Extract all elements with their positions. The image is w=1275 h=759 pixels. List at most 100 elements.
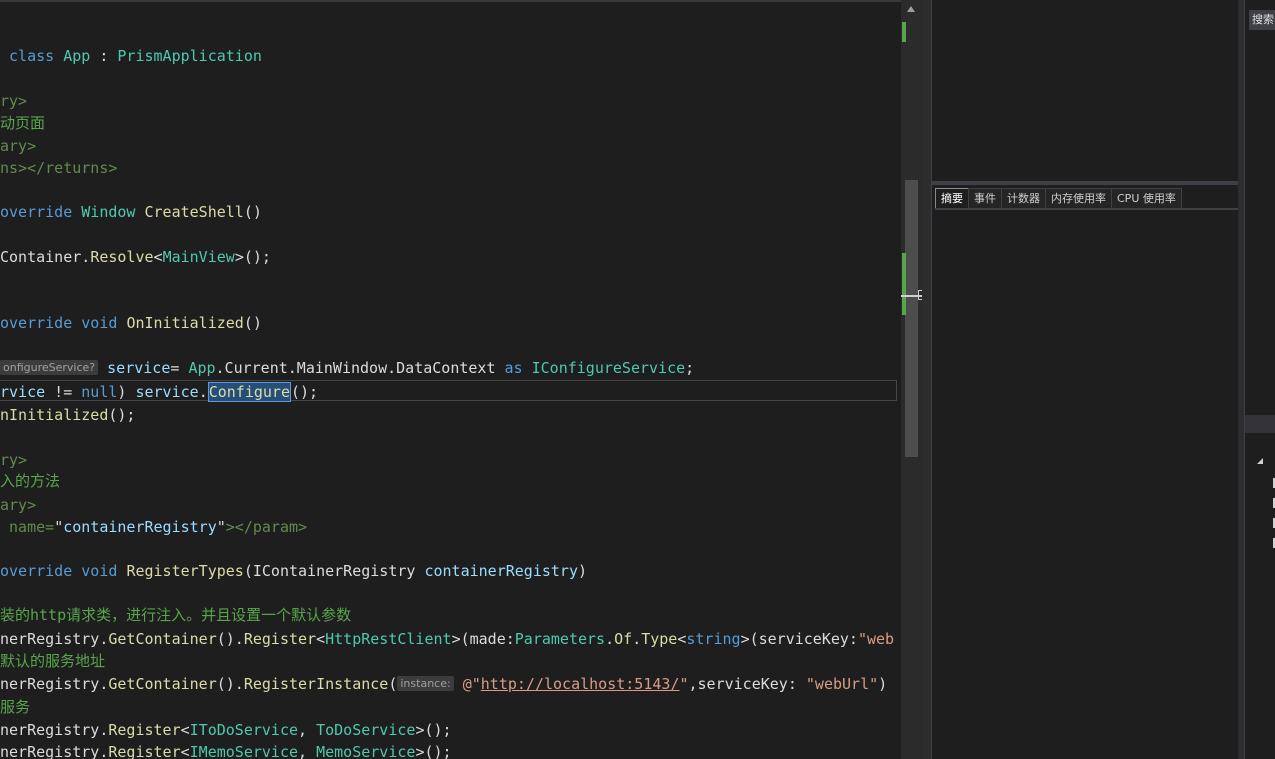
code-token: MemoService — [316, 743, 416, 759]
panel-header-band — [1245, 415, 1275, 433]
right-side-panel: 搜索 — [1244, 0, 1275, 759]
change-marker — [902, 253, 906, 315]
code-token: void — [81, 562, 118, 580]
code-token: Parameters — [514, 630, 606, 648]
panel-separator[interactable] — [932, 181, 1239, 185]
tab-counters[interactable]: 计数器 — [1001, 188, 1046, 208]
code-line[interactable]: override Window CreateShell() — [0, 201, 262, 223]
code-token: . — [632, 630, 642, 648]
tab-events[interactable]: 事件 — [968, 188, 1002, 208]
code-token: (); — [291, 383, 319, 401]
code-line[interactable]: nerRegistry.GetContainer().RegisterInsta… — [0, 673, 887, 695]
tab-cpu-usage[interactable]: CPU 使用率 — [1111, 188, 1182, 208]
code-token: ry> — [0, 92, 28, 110]
code-token: as — [504, 359, 523, 377]
code-token: Register — [108, 721, 181, 739]
code-token: ,serviceKey: — [688, 675, 806, 693]
expand-collapse-icon[interactable] — [1257, 458, 1263, 464]
code-token: CreateShell — [144, 203, 244, 221]
code-token: service — [98, 359, 171, 377]
code-token: ToDoService — [316, 721, 416, 739]
code-token: 动页面 — [0, 114, 46, 132]
code-token: " — [679, 675, 689, 693]
code-line[interactable]: override void RegisterTypes(IContainerRe… — [0, 560, 587, 582]
inlay-hint: instance: — [397, 676, 454, 691]
code-token: override — [0, 314, 82, 332]
code-token: " — [54, 518, 64, 536]
code-token: >(); — [415, 721, 452, 739]
code-token: >(serviceKey: — [740, 630, 858, 648]
code-line[interactable]: ary> — [0, 135, 36, 157]
code-line[interactable]: ary> — [0, 494, 36, 516]
code-token: >(); — [415, 743, 452, 759]
code-line[interactable]: name="containerRegistry"></param> — [0, 516, 307, 538]
code-token: : — [90, 47, 118, 65]
code-token: ns></returns> — [0, 159, 118, 177]
editor-vertical-scrollbar[interactable] — [901, 0, 923, 759]
code-token: RegisterInstance — [243, 675, 389, 693]
url-link[interactable]: http://localhost:5143/ — [481, 675, 680, 693]
code-line[interactable]: 动页面 — [0, 112, 45, 134]
code-token: IConfigureService — [531, 359, 686, 377]
code-token: service — [135, 383, 199, 401]
code-line[interactable]: rvice != null) service.Configure(); — [0, 381, 318, 403]
code-editor[interactable]: class App : PrismApplication ry> 动页面 ary> ns… — [0, 0, 901, 759]
code-line[interactable]: ry> — [0, 90, 27, 112]
tab-summary[interactable]: 摘要 — [935, 188, 969, 208]
code-line[interactable]: override void OnInitialized() — [0, 312, 262, 334]
code-line[interactable]: nerRegistry.Register<IToDoService, ToDoS… — [0, 719, 452, 741]
tab-memory-usage[interactable]: 内存使用率 — [1045, 188, 1112, 208]
code-token: ( — [388, 675, 398, 693]
code-token: < — [180, 743, 190, 759]
code-token: ; — [685, 359, 695, 377]
code-token: ) — [878, 675, 888, 693]
code-line[interactable]: 装的http请求类，进行注入。并且设置一个默认参数 — [0, 604, 351, 626]
code-line[interactable]: nerRegistry.Register<IMemoService, MemoS… — [0, 741, 452, 759]
code-line[interactable]: onfigureService? service= App.Current.Ma… — [0, 357, 694, 379]
code-token: 装的http请求类，进行注入。并且设置一个默认参数 — [0, 606, 352, 624]
code-token: ) — [578, 562, 588, 580]
code-line[interactable]: Container.Resolve<MainView>(); — [0, 246, 271, 268]
code-token: = — [170, 359, 189, 377]
code-token: PrismApplication — [117, 47, 262, 65]
code-token: . — [198, 383, 208, 401]
code-token: . — [605, 630, 615, 648]
code-token: 入的方法 — [0, 472, 61, 490]
code-token: () — [243, 314, 262, 332]
search-input[interactable]: 搜索 — [1249, 10, 1275, 30]
scrollbar-thumb[interactable] — [905, 180, 918, 457]
code-token: containerRegistry — [63, 518, 217, 536]
code-line[interactable]: 入的方法 — [0, 470, 60, 492]
panel-splitter[interactable] — [922, 0, 931, 759]
code-line[interactable]: nerRegistry.GetContainer().Register<Http… — [0, 628, 894, 650]
code-token: 默认的服务地址 — [0, 652, 106, 670]
code-token: (); — [108, 406, 136, 424]
code-line[interactable]: ns></returns> — [0, 157, 117, 179]
code-token: ry> — [0, 451, 28, 469]
code-token: string — [686, 630, 741, 648]
code-token: "webUrl" — [805, 675, 879, 693]
code-line[interactable]: 默认的服务地址 — [0, 650, 105, 672]
code-token: " — [216, 518, 226, 536]
code-line[interactable]: nInitialized(); — [0, 404, 135, 426]
diagnostic-tabs: 摘要 事件 计数器 内存使用率 CPU 使用率 — [935, 188, 1238, 210]
code-line[interactable]: class App : PrismApplication — [0, 45, 262, 67]
code-token: containerRegistry — [424, 562, 578, 580]
code-token: >(); — [234, 248, 271, 266]
code-token: Register — [243, 630, 317, 648]
code-token: ></param> — [225, 518, 308, 536]
inlay-hint: onfigureService? — [0, 360, 99, 375]
code-token: IToDoService — [189, 721, 299, 739]
code-token: (). — [216, 630, 244, 648]
code-token: ary> — [0, 496, 37, 514]
code-token: 服务 — [0, 698, 31, 716]
scroll-up-arrow-icon[interactable] — [907, 6, 915, 12]
code-token: () — [243, 203, 262, 221]
code-token: RegisterTypes — [126, 562, 244, 580]
code-token: override — [0, 562, 82, 580]
code-line[interactable]: 服务 — [0, 696, 30, 718]
code-line[interactable]: ry> — [0, 449, 27, 471]
code-token: Window — [81, 203, 136, 221]
code-token: .Current.MainWindow.DataContext — [215, 359, 505, 377]
